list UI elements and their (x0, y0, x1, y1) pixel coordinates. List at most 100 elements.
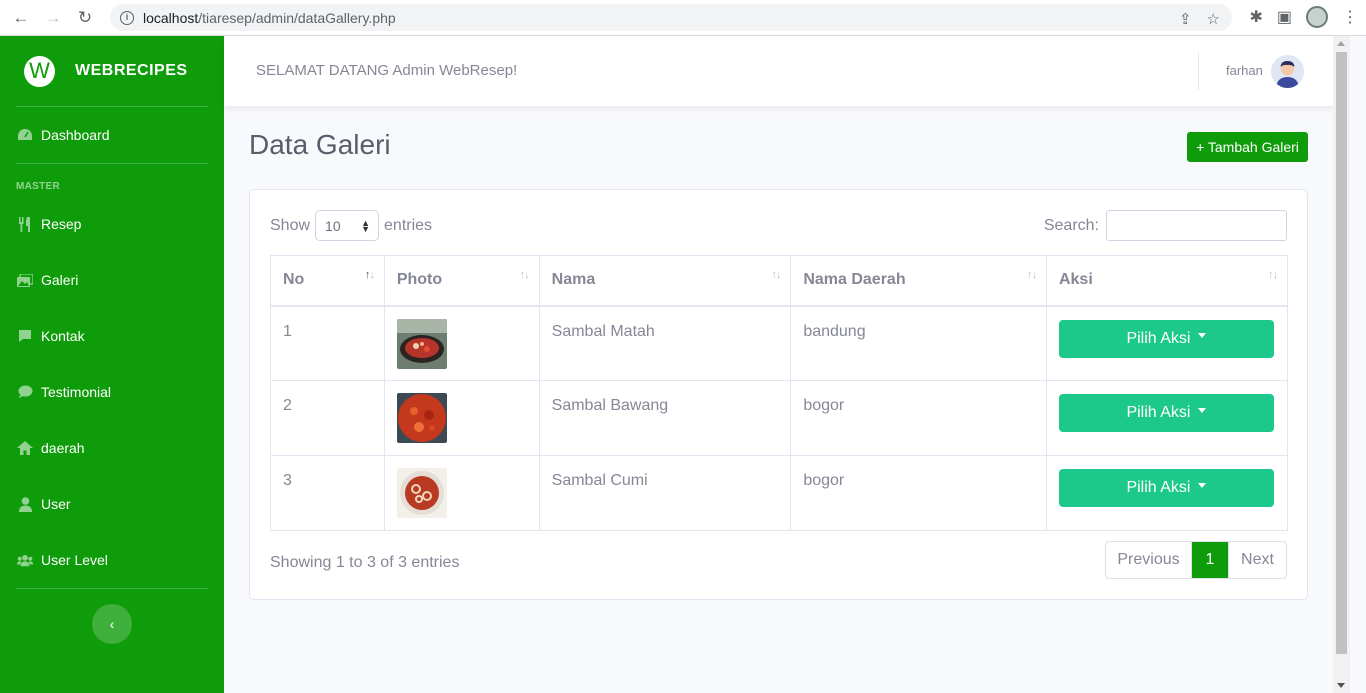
pagination: Previous 1 Next (1105, 541, 1287, 579)
sidebar-divider (16, 588, 208, 589)
cell-aksi: Pilih Aksi (1045, 305, 1289, 381)
site-info-icon[interactable]: i (120, 10, 134, 25)
entries-value: 10 (325, 217, 341, 234)
caret-down-icon (1198, 482, 1207, 488)
caret-down-icon (1198, 407, 1207, 413)
browser-toolbar: ← → ↻ i localhost/tiaresep/admin/dataGal… (0, 0, 1366, 36)
comment-icon (17, 328, 33, 344)
sort-icon: ↑↓ (364, 269, 375, 281)
select-arrows-icon: ▲ ▼ (361, 218, 371, 234)
sidebar-brand[interactable]: W WEBRECIPES (0, 36, 224, 106)
sidebar-item-label: daerah (41, 440, 85, 456)
cell-nama-daerah: bandung (790, 305, 1047, 381)
forward-icon[interactable]: → (42, 7, 64, 29)
header-label: Nama (551, 271, 596, 289)
sidebar-item-daerah[interactable]: daerah (0, 420, 224, 476)
images-icon (17, 272, 33, 288)
cell-photo (383, 455, 540, 531)
back-icon[interactable]: ← (10, 7, 32, 29)
scroll-down-icon[interactable] (1337, 683, 1345, 688)
address-bar[interactable]: i localhost/tiaresep/admin/dataGallery.p… (110, 4, 1232, 31)
sidebar-item-label: Resep (41, 216, 82, 232)
topbar: SELAMAT DATANG Admin WebResep! farhan (224, 36, 1333, 106)
page-title: Data Galeri (249, 129, 391, 160)
header-label: No (283, 271, 305, 289)
sidebar-toggle-button[interactable]: ‹ (92, 604, 132, 644)
profile-avatar[interactable] (1306, 6, 1328, 28)
more-menu-icon[interactable]: ⋮ (1342, 7, 1358, 27)
caret-down-icon (1198, 333, 1207, 338)
user-icon (17, 496, 33, 512)
sidebar-item-label: Kontak (41, 328, 85, 344)
utensils-icon (17, 216, 33, 232)
sidebar-item-label: User Level (41, 552, 108, 568)
scrollbar-thumb[interactable] (1336, 52, 1347, 654)
users-icon (17, 552, 33, 568)
show-label: Show (270, 216, 311, 234)
sidebar-item-testimonial[interactable]: Testimonial (0, 364, 224, 420)
tachometer-icon (17, 127, 33, 143)
page-scrollbar[interactable] (1333, 36, 1350, 693)
sidebar-item-label: Dashboard (41, 127, 110, 143)
cell-aksi: Pilih Aksi (1045, 455, 1289, 531)
entries-length-control: Show 10 ▲ ▼ entries (270, 210, 432, 241)
sort-icon: ↑↓ (1026, 269, 1037, 281)
gallery-card: Show 10 ▲ ▼ entries Search: No ↑↓ Photo ↑↓ … (249, 189, 1308, 600)
side-panel-icon[interactable]: ▣ (1277, 7, 1292, 27)
bookmark-star-icon[interactable]: ☆ (1207, 10, 1220, 28)
column-header-nama[interactable]: Nama ↑↓ (538, 255, 792, 307)
page-1-button[interactable]: 1 (1192, 542, 1228, 578)
search-control: Search: (1044, 210, 1287, 241)
share-icon[interactable]: ⇪ (1179, 10, 1192, 28)
food-photo-sambal-cumi (396, 468, 447, 518)
sidebar-item-label: Testimonial (41, 384, 112, 400)
pilih-aksi-button[interactable]: Pilih Aksi (1058, 319, 1274, 358)
cell-nama: Sambal Matah (538, 305, 792, 381)
sort-icon: ↑↓ (1268, 269, 1278, 281)
extensions-icon[interactable]: ✱ (1249, 7, 1262, 27)
reload-icon[interactable]: ↻ (74, 7, 96, 29)
topbar-divider (1198, 52, 1199, 90)
column-header-nama-daerah[interactable]: Nama Daerah ↑↓ (790, 255, 1047, 307)
cell-nama-daerah: bogor (790, 455, 1047, 531)
cell-photo (383, 305, 540, 381)
sidebar-item-resep[interactable]: Resep (0, 196, 224, 252)
sidebar-item-dashboard[interactable]: Dashboard (0, 107, 224, 163)
table-row: 2 Sambal Bawang bogor Pilih Aksi (270, 380, 1289, 456)
sidebar-item-galeri[interactable]: Galeri (0, 252, 224, 308)
avatar[interactable] (1271, 55, 1304, 88)
cell-nama-daerah: bogor (790, 380, 1047, 456)
sidebar-item-user[interactable]: User (0, 476, 224, 532)
header-label: Aksi (1058, 271, 1093, 289)
pilih-aksi-button[interactable]: Pilih Aksi (1058, 469, 1274, 507)
cell-no: 1 (270, 305, 385, 381)
add-gallery-button[interactable]: + Tambah Galeri (1187, 132, 1308, 162)
gallery-table: No ↑↓ Photo ↑↓ Nama ↑↓ Nama Daerah ↑↓ Aksi ↑↓… (270, 255, 1289, 531)
table-info: Showing 1 to 3 of 3 entries (270, 554, 460, 571)
cell-aksi: Pilih Aksi (1045, 380, 1289, 456)
chevron-left-icon: ‹ (109, 616, 115, 632)
comment-dots-icon (17, 384, 33, 400)
entries-select[interactable]: 10 ▲ ▼ (315, 210, 380, 241)
column-header-photo[interactable]: Photo ↑↓ (383, 255, 540, 307)
search-input[interactable] (1106, 210, 1287, 241)
cell-no: 3 (270, 455, 385, 531)
url-host: localhost (143, 9, 199, 26)
scroll-up-icon[interactable] (1337, 41, 1345, 46)
pilih-aksi-button[interactable]: Pilih Aksi (1058, 394, 1274, 432)
next-page-button[interactable]: Next (1228, 542, 1286, 578)
sidebar-item-user-level[interactable]: User Level (0, 532, 224, 588)
home-icon (17, 440, 33, 456)
brand-name: WEBRECIPES (75, 62, 188, 79)
food-photo-sambal-matah (396, 318, 447, 369)
column-header-aksi[interactable]: Aksi ↑↓ (1045, 255, 1289, 307)
cell-nama: Sambal Cumi (538, 455, 792, 531)
sidebar-item-kontak[interactable]: Kontak (0, 308, 224, 364)
previous-page-button[interactable]: Previous (1106, 542, 1192, 578)
button-label: Pilih Aksi (1126, 404, 1191, 421)
user-name[interactable]: farhan (1226, 63, 1263, 78)
table-row: 3 Sambal Cumi bogor Pilih Aksi (270, 455, 1289, 531)
sidebar-item-label: Galeri (41, 272, 79, 288)
column-header-no[interactable]: No ↑↓ (270, 255, 385, 307)
header-label: Nama Daerah (803, 271, 906, 289)
